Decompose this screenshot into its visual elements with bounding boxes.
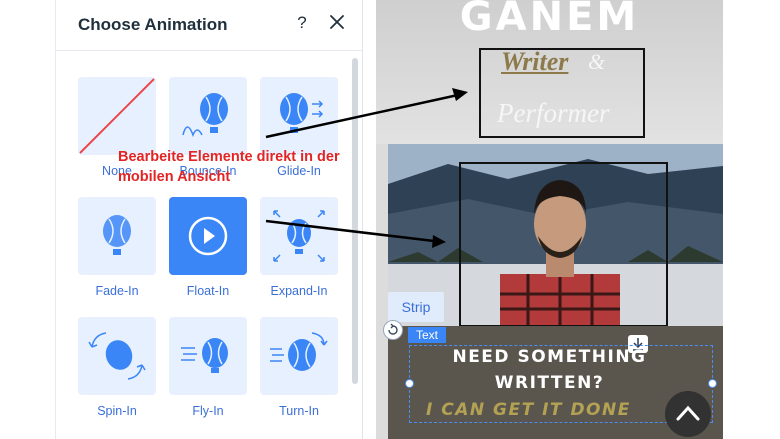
panel-scrollbar[interactable] — [352, 58, 358, 384]
panel-header: Choose Animation ? — [56, 0, 362, 51]
annotation-line2: mobilen Ansicht — [118, 169, 231, 185]
animation-tile-turn-in[interactable] — [260, 317, 338, 395]
annotation-line1: Bearbeite Elemente direkt in der — [118, 149, 340, 165]
animation-tile-none[interactable] — [78, 77, 156, 155]
animation-label-turn-in: Turn-In — [279, 404, 319, 418]
photo-highlight-box — [459, 162, 668, 327]
animation-tile-bounce-in[interactable] — [169, 77, 247, 155]
role-performer-text[interactable]: Performer — [497, 98, 609, 129]
animation-tile-fade-in[interactable] — [78, 197, 156, 275]
animation-label-fade-in: Fade-In — [95, 284, 139, 298]
animation-tile-float-in[interactable] — [169, 197, 247, 275]
choose-animation-panel: Choose Animation ? None Bounce-In Glide-… — [55, 0, 363, 439]
animation-tile-fly-in[interactable] — [169, 317, 247, 395]
animation-tile-glide-in[interactable] — [260, 77, 338, 155]
animation-tile-expand-in[interactable] — [260, 197, 338, 275]
section-headline-line2[interactable]: WRITTEN? — [376, 373, 723, 393]
animation-label-spin-in: Spin-In — [97, 404, 137, 418]
close-icon[interactable] — [328, 13, 346, 31]
scroll-top-button[interactable] — [665, 391, 711, 437]
animation-tile-spin-in[interactable] — [78, 317, 156, 395]
help-button[interactable]: ? — [294, 13, 310, 33]
editor-screen: Choose Animation ? None Bounce-In Glide-… — [0, 0, 780, 439]
animation-label-expand-in: Expand-In — [270, 284, 328, 298]
animation-label-float-in: Float-In — [186, 284, 230, 298]
strip-tag[interactable]: Strip — [388, 292, 444, 322]
banner-name-text[interactable]: GANEM — [376, 0, 723, 40]
mobile-preview: GANEM Writer & Performer Strip Text NEED… — [363, 0, 780, 439]
role-writer-text[interactable]: Writer — [501, 47, 568, 77]
section-headline-line1[interactable]: NEED SOMETHING — [376, 347, 723, 367]
text-tag[interactable]: Text — [408, 327, 446, 343]
role-ampersand-text: & — [588, 49, 606, 74]
section-headline-line3[interactable]: I CAN GET IT DONE — [426, 400, 631, 420]
rotate-icon[interactable] — [383, 320, 403, 340]
mobile-canvas: GANEM Writer & Performer Strip Text NEED… — [376, 0, 723, 439]
animation-label-fly-in: Fly-In — [192, 404, 224, 418]
annotation-text: Bearbeite Elemente direkt in der mobilen… — [118, 147, 398, 187]
chevron-up-icon — [665, 405, 711, 439]
panel-title: Choose Animation — [78, 15, 228, 34]
